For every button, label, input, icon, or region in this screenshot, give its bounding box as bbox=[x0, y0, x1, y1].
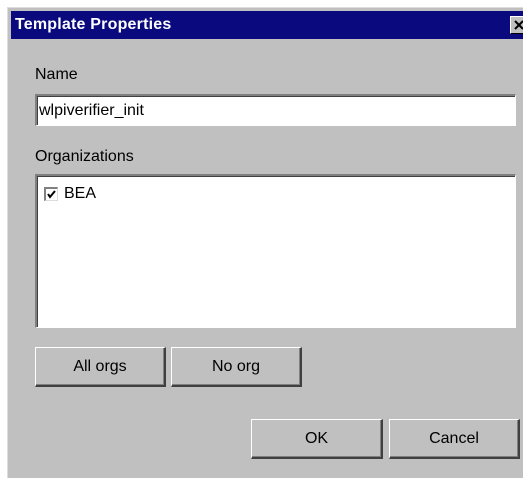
dialog-title: Template Properties bbox=[15, 16, 172, 33]
close-button[interactable] bbox=[510, 16, 523, 34]
checkmark-icon bbox=[47, 190, 56, 199]
title-bar[interactable]: Template Properties bbox=[11, 11, 523, 39]
name-label: Name bbox=[35, 66, 78, 83]
all-orgs-button[interactable]: All orgs bbox=[35, 347, 166, 387]
org-name: BEA bbox=[64, 185, 97, 202]
ok-button[interactable]: OK bbox=[251, 419, 383, 459]
list-item-bea[interactable]: BEA bbox=[44, 185, 96, 203]
organizations-label: Organizations bbox=[35, 148, 134, 165]
no-org-button[interactable]: No org bbox=[171, 347, 302, 387]
bea-checkbox[interactable] bbox=[44, 187, 58, 201]
template-properties-dialog: Template Properties Name Organizations B… bbox=[7, 7, 523, 478]
close-icon bbox=[514, 20, 523, 30]
name-input[interactable] bbox=[35, 94, 516, 126]
cancel-button[interactable]: Cancel bbox=[389, 419, 520, 459]
organizations-list[interactable]: BEA bbox=[35, 174, 516, 328]
